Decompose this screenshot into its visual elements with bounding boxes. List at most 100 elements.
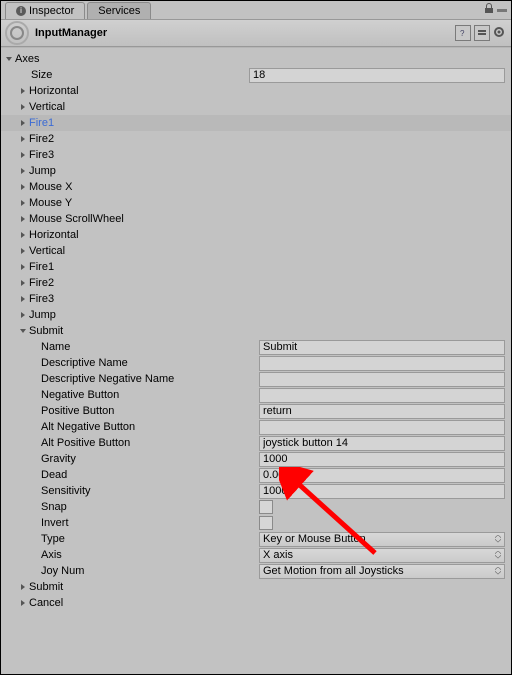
axis-label: Horizontal — [29, 229, 79, 241]
lock-icon[interactable] — [484, 3, 494, 16]
info-icon: i — [16, 6, 26, 16]
axis-field-row: Joy NumGet Motion from all Joysticks — [1, 563, 511, 579]
foldout-closed-icon — [19, 231, 27, 239]
axis-label: Fire1 — [29, 261, 54, 273]
type-select[interactable]: Key or Mouse Button — [259, 532, 505, 547]
field-label: Descriptive Name — [1, 357, 259, 369]
axis-label: Fire1 — [29, 117, 54, 129]
axis-field-row: Negative Button — [1, 387, 511, 403]
panel-options-icon[interactable] — [497, 9, 507, 12]
field-label: Alt Negative Button — [1, 421, 259, 433]
descriptive_negative_name-input[interactable] — [259, 372, 505, 387]
field-label: Type — [1, 533, 259, 545]
axis-foldout[interactable]: Fire3 — [1, 147, 511, 163]
alt_positive_button-input[interactable] — [259, 436, 505, 451]
axis-field-row: Dead — [1, 467, 511, 483]
axes-size-row: Size — [1, 67, 511, 83]
foldout-label: Axes — [15, 53, 39, 65]
axis-field-row: Alt Positive Button — [1, 435, 511, 451]
axis-label: Fire2 — [29, 133, 54, 145]
tab-services[interactable]: Services — [87, 2, 151, 19]
preset-icon[interactable] — [474, 25, 490, 41]
inspector-panel: i Inspector Services InputManager ? Axes — [0, 0, 512, 675]
axes-size-input[interactable] — [249, 68, 505, 83]
axis-foldout[interactable]: Fire2 — [1, 131, 511, 147]
axis-label: Jump — [29, 309, 56, 321]
axis-foldout[interactable]: Mouse X — [1, 179, 511, 195]
axis-foldout[interactable]: Horizontal — [1, 227, 511, 243]
axis-foldout[interactable]: Jump — [1, 307, 511, 323]
foldout-closed-icon — [19, 247, 27, 255]
help-icon[interactable]: ? — [455, 25, 471, 41]
foldout-closed-icon — [19, 199, 27, 207]
foldout-closed-icon — [19, 215, 27, 223]
foldout-closed-icon — [19, 167, 27, 175]
foldout-closed-icon — [19, 295, 27, 303]
axis-foldout[interactable]: Vertical — [1, 243, 511, 259]
axis-foldout[interactable]: Fire3 — [1, 291, 511, 307]
field-label: Joy Num — [1, 565, 259, 577]
field-label: Invert — [1, 517, 259, 529]
settings-asset-icon — [5, 21, 29, 45]
axis-foldout[interactable]: Jump — [1, 163, 511, 179]
axis-label: Fire3 — [29, 149, 54, 161]
foldout-closed-icon — [19, 279, 27, 287]
snap-checkbox[interactable] — [259, 500, 273, 514]
axis-foldout[interactable]: Fire2 — [1, 275, 511, 291]
axes-foldout[interactable]: Axes — [1, 51, 511, 67]
axis-label: Submit — [29, 581, 63, 593]
axis-label: Vertical — [29, 101, 65, 113]
field-label: Snap — [1, 501, 259, 513]
component-title: InputManager — [35, 27, 449, 39]
axis-field-row: Sensitivity — [1, 483, 511, 499]
foldout-closed-icon — [19, 135, 27, 143]
sensitivity-input[interactable] — [259, 484, 505, 499]
field-label: Negative Button — [1, 389, 259, 401]
axis-label: Submit — [29, 325, 63, 337]
axis-foldout[interactable]: Horizontal — [1, 83, 511, 99]
axis-label: Fire2 — [29, 277, 54, 289]
gravity-input[interactable] — [259, 452, 505, 467]
field-label: Alt Positive Button — [1, 437, 259, 449]
dead-input[interactable] — [259, 468, 505, 483]
axis-foldout[interactable]: Vertical — [1, 99, 511, 115]
field-label: Name — [1, 341, 259, 353]
context-gear-icon[interactable] — [493, 25, 507, 42]
axis-foldout[interactable]: Fire1 — [1, 259, 511, 275]
foldout-closed-icon — [19, 583, 27, 591]
foldout-closed-icon — [19, 119, 27, 127]
tab-label: Services — [98, 5, 140, 17]
svg-text:?: ? — [460, 29, 465, 38]
axis-foldout[interactable]: Mouse ScrollWheel — [1, 211, 511, 227]
tab-inspector[interactable]: i Inspector — [5, 2, 85, 19]
alt_negative_button-input[interactable] — [259, 420, 505, 435]
axis-field-row: Positive Button — [1, 403, 511, 419]
axis-foldout[interactable]: Fire1 — [1, 115, 511, 131]
invert-checkbox[interactable] — [259, 516, 273, 530]
positive_button-input[interactable] — [259, 404, 505, 419]
axis-label: Mouse ScrollWheel — [29, 213, 124, 225]
axis-label: Cancel — [29, 597, 63, 609]
field-label: Sensitivity — [1, 485, 259, 497]
axis-foldout[interactable]: Submit — [1, 579, 511, 595]
tab-bar: i Inspector Services — [1, 1, 511, 19]
component-header: InputManager ? — [1, 19, 511, 47]
axis-label: Fire3 — [29, 293, 54, 305]
axis-label: Vertical — [29, 245, 65, 257]
axis-label: Horizontal — [29, 85, 79, 97]
axis-field-row: Gravity — [1, 451, 511, 467]
panel-menu — [484, 3, 507, 16]
joy_num-select[interactable]: Get Motion from all Joysticks — [259, 564, 505, 579]
axis-foldout[interactable]: Mouse Y — [1, 195, 511, 211]
foldout-closed-icon — [19, 151, 27, 159]
axis-field-row: Name — [1, 339, 511, 355]
field-label: Size — [1, 69, 249, 81]
axis-select[interactable]: X axis — [259, 548, 505, 563]
axis-field-row: AxisX axis — [1, 547, 511, 563]
foldout-closed-icon — [19, 183, 27, 191]
descriptive_name-input[interactable] — [259, 356, 505, 371]
axis-foldout[interactable]: Submit — [1, 323, 511, 339]
negative_button-input[interactable] — [259, 388, 505, 403]
name-input[interactable] — [259, 340, 505, 355]
axis-foldout[interactable]: Cancel — [1, 595, 511, 611]
